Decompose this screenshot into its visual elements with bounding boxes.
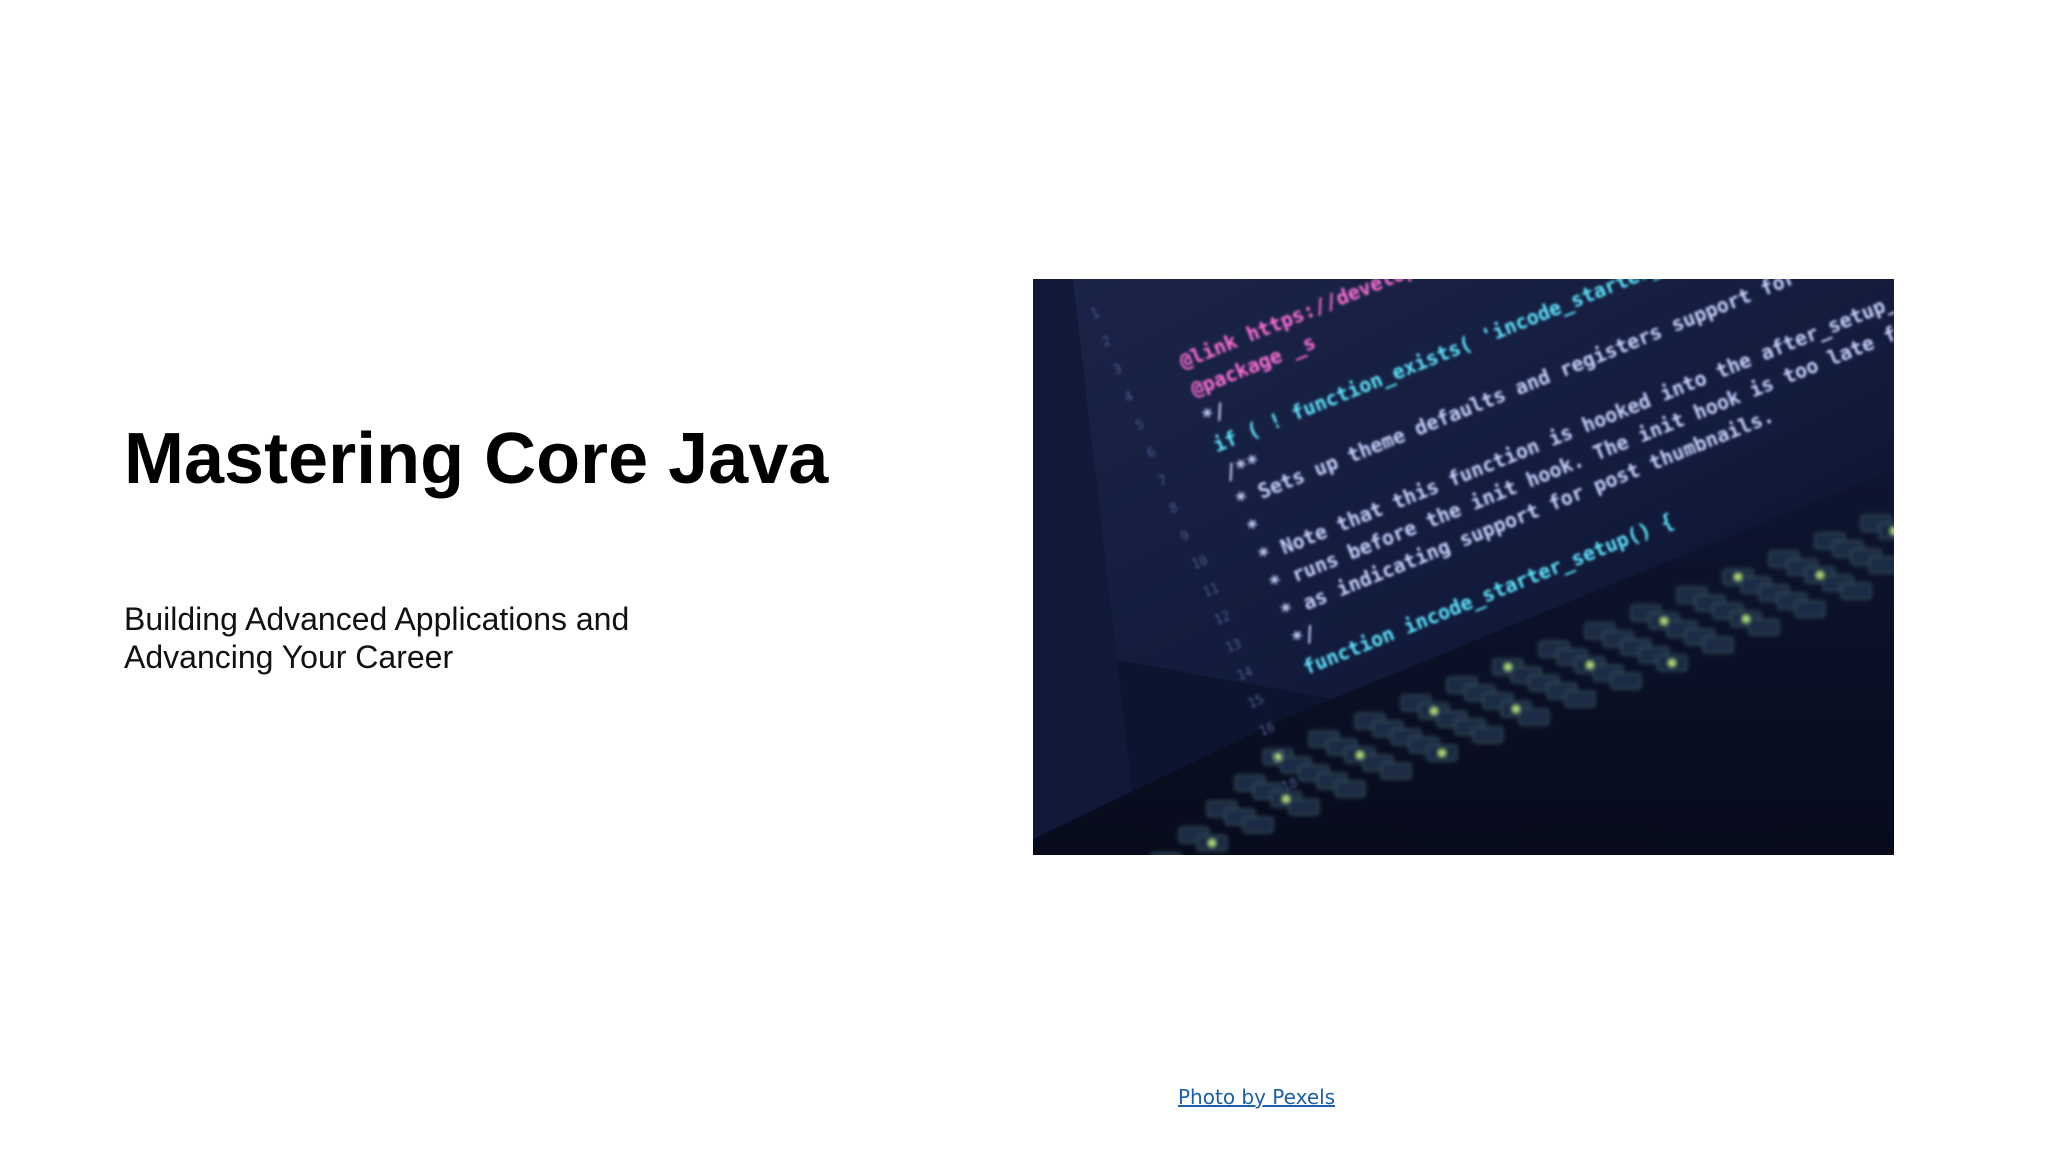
keyboard-key [1242, 816, 1274, 834]
slide-title: Mastering Core Java [124, 419, 829, 499]
keyboard-key [1334, 780, 1366, 798]
key-glow [1439, 750, 1445, 756]
keyboard-key [1702, 636, 1734, 654]
key-glow [1431, 708, 1437, 714]
keyboard-key [1288, 798, 1320, 816]
slide-subtitle: Building Advanced Applications and Advan… [124, 601, 630, 675]
key-glow [1513, 706, 1519, 712]
key-glow [1283, 796, 1289, 802]
key-glow [1669, 660, 1675, 666]
photo-credit-link[interactable]: Photo by Pexels [1178, 1085, 1335, 1109]
keyboard-key [1380, 762, 1412, 780]
key-glow [1209, 840, 1215, 846]
key-glow [1743, 616, 1749, 622]
keyboard-key [1748, 618, 1780, 636]
photo-illustration: @link https://developer@package _s*/if (… [1033, 279, 1894, 855]
keyboard-key [1610, 672, 1642, 690]
keyboard-key [1840, 582, 1872, 600]
key-glow [1505, 664, 1511, 670]
key-glow [1357, 752, 1363, 758]
code-laptop-photo: @link https://developer@package _s*/if (… [1033, 279, 1894, 855]
key-glow [1735, 574, 1741, 580]
key-glow [1587, 662, 1593, 668]
keyboard-key [1472, 726, 1504, 744]
key-glow [1661, 618, 1667, 624]
keyboard-key [1868, 556, 1894, 574]
keyboard-key [1564, 690, 1596, 708]
keyboard-key [1150, 852, 1182, 855]
slide: Mastering Core Java Building Advanced Ap… [0, 0, 2048, 1152]
keyboard-key [1794, 600, 1826, 618]
keyboard-key [1518, 708, 1550, 726]
key-glow [1817, 572, 1823, 578]
